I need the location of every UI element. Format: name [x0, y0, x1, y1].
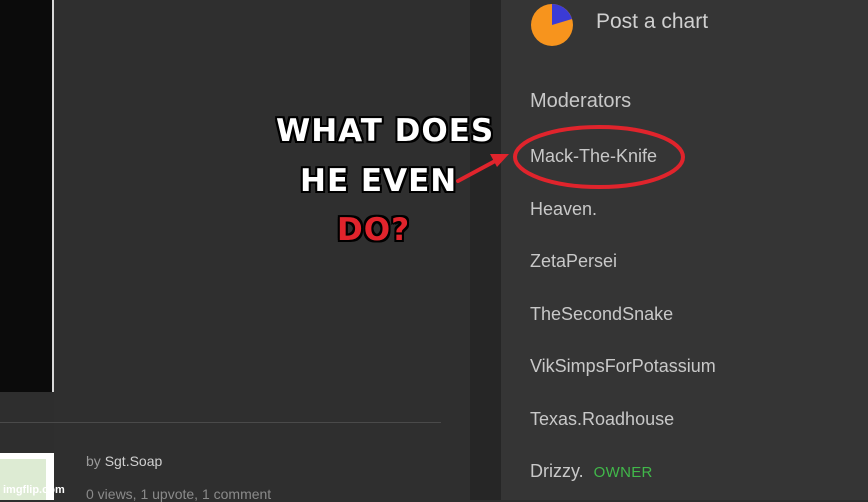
post-chart-link[interactable]: Post a chart	[596, 10, 708, 34]
moderator-link[interactable]: Drizzy.	[530, 461, 584, 481]
moderator-link[interactable]: Texas.Roadhouse	[530, 409, 674, 430]
content-divider	[0, 422, 441, 423]
caption-line-2: HE EVEN	[300, 163, 458, 199]
caption-line-3: DO?	[337, 212, 411, 248]
moderators-heading: Moderators	[530, 90, 632, 112]
owner-badge: OWNER	[593, 464, 653, 481]
post-byline: by Sgt.Soap	[86, 453, 162, 469]
by-label: by	[86, 453, 101, 469]
imgflip-watermark: imgflip.com	[3, 484, 65, 496]
moderator-link[interactable]: Heaven.	[530, 199, 597, 220]
video-panel	[0, 0, 52, 392]
pie-chart-icon[interactable]	[530, 3, 574, 47]
moderator-link[interactable]: Mack-The-Knife	[530, 146, 657, 167]
moderator-link[interactable]: TheSecondSnake	[530, 304, 673, 325]
caption-line-1: WHAT DOES	[276, 113, 495, 149]
moderator-link[interactable]: VikSimpsForPotassium	[530, 356, 716, 377]
author-link[interactable]: Sgt.Soap	[105, 453, 163, 469]
gutter	[470, 0, 501, 500]
moderator-item-owner: Drizzy. OWNER	[530, 461, 653, 482]
content-area	[54, 0, 470, 500]
moderator-link[interactable]: ZetaPersei	[530, 251, 617, 272]
